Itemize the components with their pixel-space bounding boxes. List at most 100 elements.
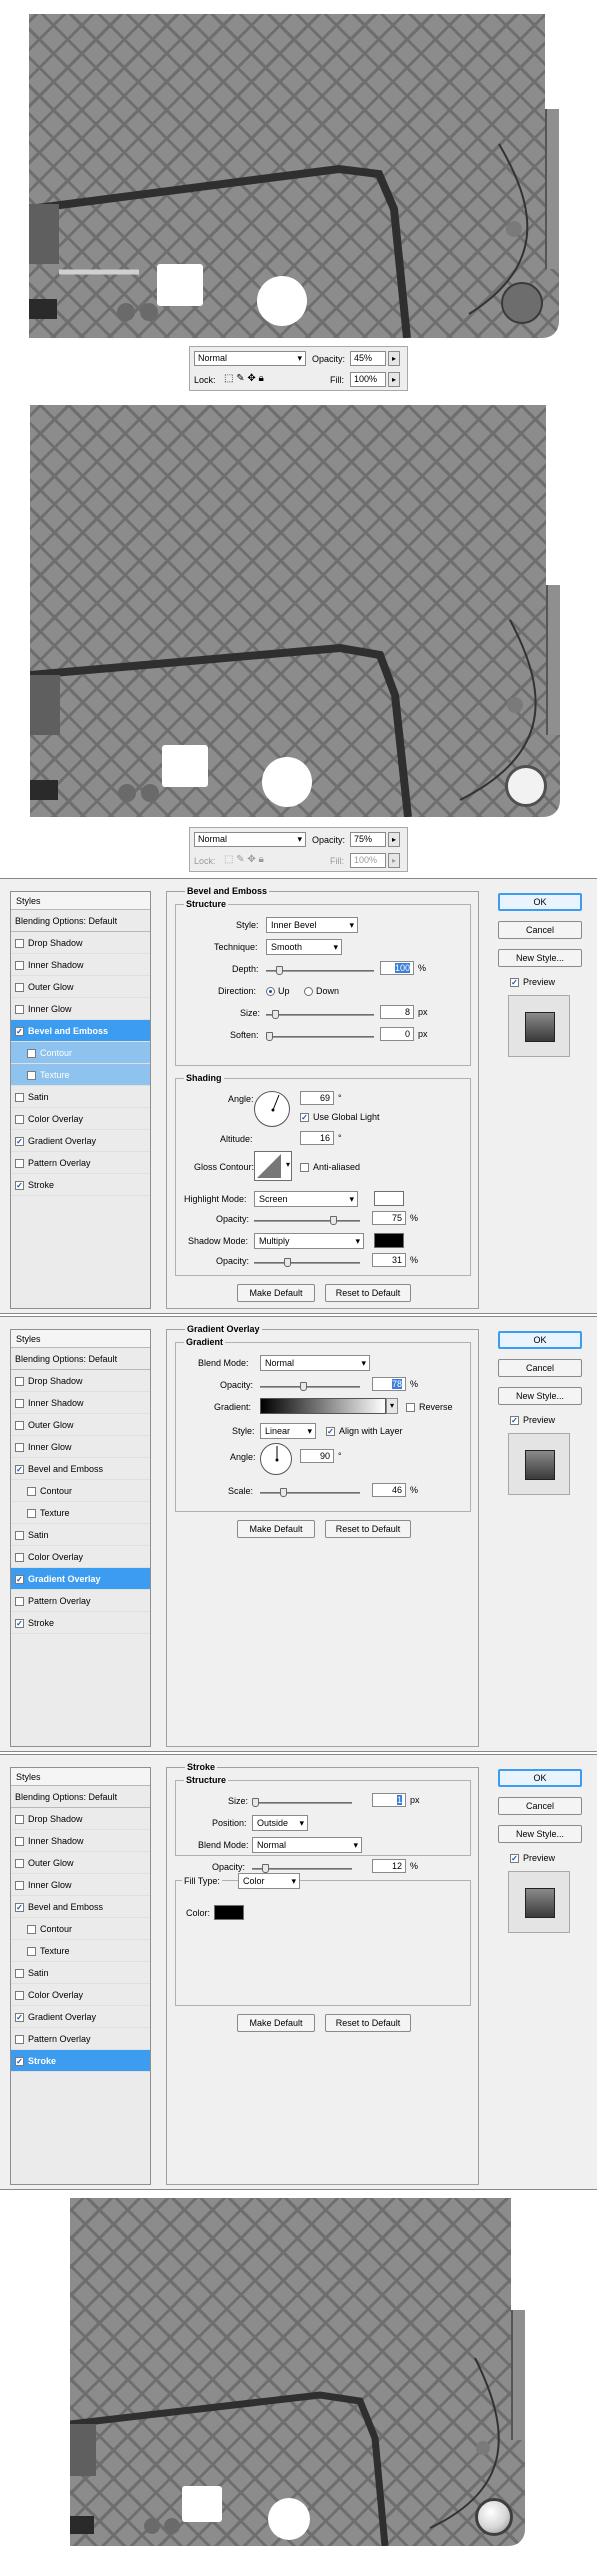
radio-off-icon[interactable] <box>304 987 313 997</box>
style-item-pattern-overlay[interactable]: Pattern Overlay <box>11 2028 150 2050</box>
ok-button[interactable]: OK <box>498 1331 582 1349</box>
angle-input[interactable]: 90 <box>300 1449 334 1463</box>
technique-select[interactable]: Smooth <box>266 939 342 955</box>
checkbox[interactable] <box>15 961 24 971</box>
checkbox[interactable] <box>15 1815 24 1825</box>
style-item-contour[interactable]: Contour <box>11 1480 150 1502</box>
style-item-texture[interactable]: Texture <box>11 1064 150 1086</box>
depth-slider[interactable] <box>266 966 374 975</box>
checkbox[interactable] <box>15 1859 24 1869</box>
checkbox-checked[interactable]: ✓ <box>15 1181 24 1191</box>
preview-checkbox[interactable]: ✓ Preview <box>510 976 555 988</box>
shadow-mode-select[interactable]: Multiply <box>254 1233 364 1249</box>
blend-mode-select[interactable]: Normal <box>252 1837 362 1853</box>
angle-dial[interactable] <box>254 1091 290 1127</box>
direction-down-radio[interactable]: Down <box>304 985 339 997</box>
stroke-color-swatch[interactable] <box>214 1905 244 1920</box>
checkbox[interactable] <box>15 939 24 949</box>
style-item-stroke[interactable]: ✓ Stroke <box>11 1612 150 1634</box>
opacity-arrow-button[interactable]: ▸ <box>388 351 400 366</box>
style-item-inner-glow[interactable]: Inner Glow <box>11 1436 150 1458</box>
style-item-outer-glow[interactable]: Outer Glow <box>11 1852 150 1874</box>
checkbox[interactable] <box>15 1969 24 1979</box>
style-item-bevel-emboss[interactable]: ✓ Bevel and Emboss <box>11 1896 150 1918</box>
angle-input[interactable]: 69 <box>300 1091 334 1105</box>
size-slider[interactable] <box>252 1798 352 1807</box>
styles-header[interactable]: Styles <box>11 892 150 910</box>
preview-checkbox[interactable]: ✓ Preview <box>510 1852 555 1864</box>
checkbox-checked[interactable]: ✓ <box>15 2057 24 2067</box>
cancel-button[interactable]: Cancel <box>498 921 582 939</box>
gradient-picker[interactable] <box>260 1398 386 1414</box>
cancel-button[interactable]: Cancel <box>498 1359 582 1377</box>
style-item-stroke[interactable]: ✓ Stroke <box>11 2050 150 2072</box>
lock-icons[interactable]: ⬚ ✎ ✥ 🔒︎ <box>224 854 264 866</box>
style-item-inner-glow[interactable]: Inner Glow <box>11 998 150 1020</box>
size-input[interactable]: 1 <box>372 1793 406 1807</box>
style-item-gradient-overlay[interactable]: ✓ Gradient Overlay <box>11 1130 150 1152</box>
checkbox[interactable] <box>15 1553 24 1563</box>
preview-checkbox[interactable]: ✓ Preview <box>510 1414 555 1426</box>
ok-button[interactable]: OK <box>498 893 582 911</box>
fill-input[interactable]: 100% <box>350 853 386 868</box>
style-item-color-overlay[interactable]: Color Overlay <box>11 1546 150 1568</box>
blending-options-item[interactable]: Blending Options: Default <box>11 1348 150 1370</box>
checkbox[interactable] <box>15 1115 24 1125</box>
style-item-color-overlay[interactable]: Color Overlay <box>11 1984 150 2006</box>
fill-type-select[interactable]: Color <box>238 1873 300 1889</box>
checkbox[interactable] <box>15 983 24 993</box>
checkbox[interactable] <box>15 1005 24 1015</box>
shadow-opacity-slider[interactable] <box>254 1258 360 1267</box>
style-item-inner-shadow[interactable]: Inner Shadow <box>11 954 150 976</box>
style-item-satin[interactable]: Satin <box>11 1962 150 1984</box>
checkbox[interactable] <box>15 1837 24 1847</box>
checkbox[interactable] <box>406 1403 415 1413</box>
checkbox[interactable] <box>15 1399 24 1409</box>
depth-input[interactable]: 100 <box>380 961 414 975</box>
style-item-texture[interactable]: Texture <box>11 1940 150 1962</box>
checkbox-checked[interactable]: ✓ <box>15 1619 24 1629</box>
opacity-slider[interactable] <box>252 1864 352 1873</box>
checkbox[interactable] <box>27 1947 36 1957</box>
checkbox-checked[interactable]: ✓ <box>15 1575 24 1585</box>
checkbox[interactable] <box>15 2035 24 2045</box>
checkbox[interactable] <box>15 1881 24 1891</box>
blend-mode-select[interactable]: Normal ▾ <box>194 351 306 366</box>
style-item-bevel-emboss[interactable]: ✓ Bevel and Emboss <box>11 1020 150 1042</box>
position-select[interactable]: Outside <box>252 1815 308 1831</box>
checkbox[interactable] <box>27 1049 36 1059</box>
blending-options-item[interactable]: Blending Options: Default <box>11 910 150 932</box>
fill-input[interactable]: 100% <box>350 372 386 387</box>
new-style-button[interactable]: New Style... <box>498 1825 582 1843</box>
reset-default-button[interactable]: Reset to Default <box>325 1284 411 1302</box>
opacity-input[interactable]: 78 <box>372 1377 406 1391</box>
style-item-drop-shadow[interactable]: Drop Shadow <box>11 1370 150 1392</box>
size-slider[interactable] <box>266 1010 374 1019</box>
ok-button[interactable]: OK <box>498 1769 582 1787</box>
checkbox-checked[interactable]: ✓ <box>15 1903 24 1913</box>
checkbox-checked[interactable]: ✓ <box>326 1427 335 1437</box>
opacity-input[interactable]: 12 <box>372 1859 406 1873</box>
shadow-opacity-input[interactable]: 31 <box>372 1253 406 1267</box>
checkbox-checked[interactable]: ✓ <box>510 978 519 988</box>
opacity-arrow-button[interactable]: ▸ <box>388 832 400 847</box>
blend-mode-select[interactable]: Normal ▾ <box>194 832 306 847</box>
opacity-input[interactable]: 45% <box>350 351 386 366</box>
highlight-opacity-input[interactable]: 75 <box>372 1211 406 1225</box>
opacity-slider[interactable] <box>260 1382 360 1391</box>
bevel-style-select[interactable]: Inner Bevel <box>266 917 358 933</box>
make-default-button[interactable]: Make Default <box>237 1284 315 1302</box>
size-input[interactable]: 8 <box>380 1005 414 1019</box>
global-light-checkbox[interactable]: ✓ Use Global Light <box>300 1111 380 1123</box>
style-item-gradient-overlay[interactable]: ✓ Gradient Overlay <box>11 2006 150 2028</box>
highlight-mode-select[interactable]: Screen <box>254 1191 358 1207</box>
checkbox[interactable] <box>15 1991 24 2001</box>
style-item-contour[interactable]: Contour <box>11 1918 150 1940</box>
style-item-pattern-overlay[interactable]: Pattern Overlay <box>11 1152 150 1174</box>
gradient-style-select[interactable]: Linear <box>260 1423 316 1439</box>
checkbox[interactable] <box>15 1421 24 1431</box>
checkbox-checked[interactable]: ✓ <box>15 1465 24 1475</box>
style-item-satin[interactable]: Satin <box>11 1086 150 1108</box>
soften-slider[interactable] <box>266 1032 374 1041</box>
style-item-color-overlay[interactable]: Color Overlay <box>11 1108 150 1130</box>
